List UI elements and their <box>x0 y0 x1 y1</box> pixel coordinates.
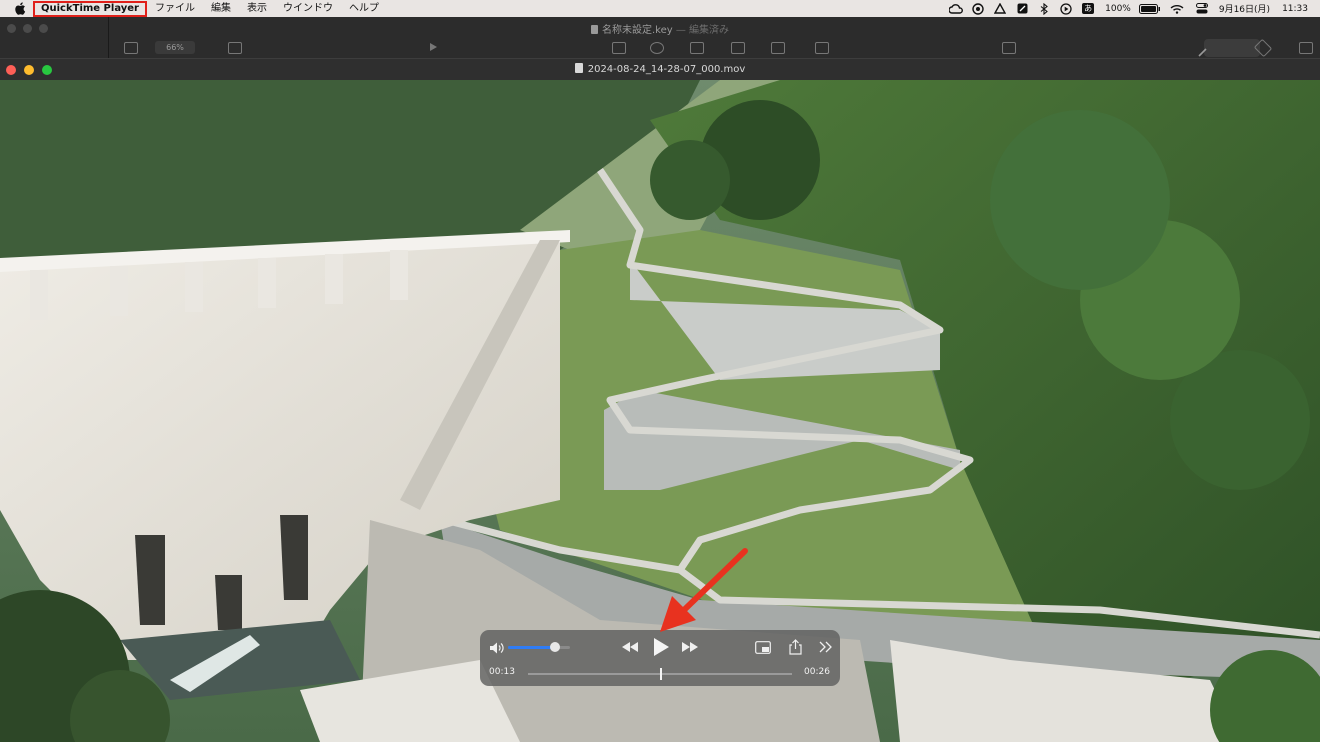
quicktime-titlebar: 2024-08-24_14-28-07_000.mov <box>0 58 1320 81</box>
volume-slider-fill <box>508 646 555 649</box>
keynote-share-icon[interactable] <box>1002 42 1016 54</box>
wifi-icon[interactable] <box>1163 0 1191 17</box>
duration-time: 00:26 <box>804 667 830 677</box>
drive-icon[interactable] <box>989 0 1011 17</box>
keynote-title: 名称未設定.key — 編集済み <box>0 21 1320 36</box>
scrubber-track[interactable] <box>528 668 792 680</box>
chart-icon[interactable] <box>650 42 664 54</box>
creative-cloud-icon[interactable] <box>945 0 967 17</box>
menu-bar: QuickTime Player ファイル 編集 表示 ウインドウ ヘルプ あ … <box>0 0 1320 17</box>
view-sidebar-icon[interactable] <box>124 42 138 54</box>
notes-icon[interactable] <box>1011 0 1033 17</box>
input-method-label: あ <box>1082 3 1095 14</box>
scrubber-playhead[interactable] <box>660 668 662 680</box>
status-area: あ 100% 9月16日(月) 11:33 <box>945 0 1320 17</box>
zoom-select[interactable]: 66% <box>155 41 195 54</box>
rewind-button[interactable] <box>620 639 640 655</box>
menu-file[interactable]: ファイル <box>147 0 203 17</box>
keynote-toolbar: 66% <box>0 38 1320 58</box>
more-chevrons-icon <box>819 641 832 653</box>
play-icon <box>654 638 669 656</box>
keynote-title-text: 名称未設定.key <box>601 25 673 36</box>
add-slide-icon[interactable] <box>228 42 242 54</box>
playback-controls: 00:13 00:26 <box>480 630 840 686</box>
current-time: 00:13 <box>489 667 515 677</box>
play-slideshow-icon[interactable] <box>430 43 437 51</box>
keynote-doc-icon <box>590 25 598 34</box>
play-button[interactable] <box>650 636 672 658</box>
bluetooth-icon[interactable] <box>1033 0 1055 17</box>
battery-icon[interactable] <box>1137 0 1163 17</box>
keynote-window: 名称未設定.key — 編集済み 66% <box>0 17 1320 59</box>
share-icon <box>788 639 802 655</box>
menu-edit[interactable]: 編集 <box>203 0 239 17</box>
play-circle-icon[interactable] <box>1055 0 1077 17</box>
menubar-time[interactable]: 11:33 <box>1276 4 1320 14</box>
menu-window[interactable]: ウインドウ <box>275 0 341 17</box>
movie-file-icon <box>574 63 583 73</box>
menubar-date[interactable]: 9月16日(月) <box>1213 2 1276 15</box>
picture-in-picture-icon <box>755 640 771 654</box>
media-icon[interactable] <box>771 42 785 54</box>
quicktime-title-text: 2024-08-24_14-28-07_000.mov <box>587 64 746 75</box>
keynote-title-separator: — <box>675 25 686 36</box>
fast-forward-button[interactable] <box>680 639 700 655</box>
quicktime-title: 2024-08-24_14-28-07_000.mov <box>0 63 1320 75</box>
control-center-icon[interactable] <box>1191 0 1213 17</box>
rewind-icon <box>622 642 638 652</box>
volume-slider[interactable] <box>508 642 570 652</box>
text-icon[interactable] <box>690 42 704 54</box>
volume-icon[interactable] <box>489 640 505 654</box>
keynote-edited-label: 編集済み <box>689 25 730 36</box>
menu-app-quicktime[interactable]: QuickTime Player <box>33 0 147 17</box>
table-icon[interactable] <box>612 42 626 54</box>
more-button[interactable] <box>817 639 833 655</box>
share-button[interactable] <box>787 638 803 656</box>
comment-icon[interactable] <box>815 42 829 54</box>
input-method-icon[interactable]: あ <box>1077 0 1099 17</box>
document-icon[interactable] <box>1299 42 1313 54</box>
fast-forward-icon <box>682 642 698 652</box>
volume-slider-knob[interactable] <box>549 642 560 652</box>
screen-record-icon[interactable] <box>967 0 989 17</box>
picture-in-picture-button[interactable] <box>754 639 772 655</box>
menu-help[interactable]: ヘルプ <box>341 0 387 17</box>
battery-percent: 100% <box>1105 3 1131 14</box>
shape-icon[interactable] <box>731 42 745 54</box>
apple-menu-icon[interactable] <box>13 2 27 16</box>
format-tab-active[interactable] <box>1204 39 1260 57</box>
format-brush-icon[interactable] <box>1197 42 1209 57</box>
menu-view[interactable]: 表示 <box>239 0 275 17</box>
